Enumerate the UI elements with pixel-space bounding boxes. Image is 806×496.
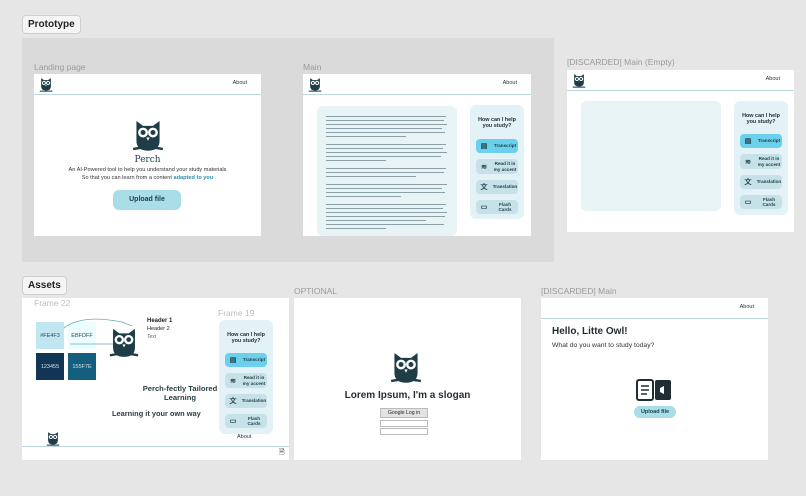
email-field[interactable] — [380, 420, 428, 427]
help-panel: How can I help you study? ▤ Transcript ≋ R… — [734, 101, 788, 215]
about-link[interactable]: About — [766, 76, 780, 82]
sound-wave-icon: ≋ — [745, 158, 751, 166]
google-login-button[interactable]: Google Log in — [380, 408, 428, 418]
file-icon[interactable]: 🗎 — [279, 448, 285, 459]
frame-label-landing[interactable]: Landing page — [34, 62, 86, 72]
frame-label-main[interactable]: Main — [303, 62, 321, 72]
main-frame[interactable]: About How can I help you study? ▤ Transcr… — [303, 74, 531, 236]
tagline-1: An AI-Powered tool to help you understan… — [68, 167, 227, 173]
document-icon: ▤ — [744, 138, 752, 145]
owl-mascot-icon — [389, 348, 423, 386]
translation-button[interactable]: 文 Translation — [740, 175, 782, 189]
transcript-button[interactable]: ▤ Transcript — [740, 134, 782, 148]
slogan-line-2: Learning — [163, 393, 197, 403]
help-title: How can I help you study? — [478, 117, 516, 130]
frame-label-optional[interactable]: OPTIONAL — [294, 286, 337, 296]
nav-bar: About — [567, 70, 794, 91]
cards-icon: ▭ — [744, 199, 752, 206]
sound-wave-icon: ≋ — [481, 163, 487, 171]
translate-icon: 文 — [744, 179, 752, 186]
translation-button[interactable]: 文 Translation — [225, 394, 267, 408]
upload-file-button[interactable]: Upload file — [113, 190, 181, 210]
password-field[interactable] — [380, 428, 428, 435]
nav-bar: About — [303, 74, 531, 95]
assets-frame[interactable]: Frame 22 #FE4F3 EBFDFF 123455 155F7E Hea… — [22, 298, 289, 460]
translation-button[interactable]: 文 Translation — [476, 180, 518, 194]
sound-wave-icon: ≋ — [230, 377, 236, 385]
tagline-2: So that you can learn from a content ada… — [34, 175, 261, 181]
documents-icon — [635, 378, 675, 407]
slogan-tailored: Perch-fectly Tailored Learning — [134, 384, 226, 403]
help-title: How can I help you study? — [227, 332, 265, 345]
read-accent-button[interactable]: ≋ Read it in my accent — [740, 154, 782, 169]
color-swatch-1[interactable]: #FE4F3 — [36, 322, 64, 349]
color-swatch-3[interactable]: 123455 — [36, 353, 64, 380]
landing-page-frame[interactable]: About Perch An AI-Powered tool to help y… — [34, 74, 261, 236]
frame-label-22[interactable]: Frame 22 — [34, 298, 70, 308]
read-accent-button[interactable]: ≋ Read it in my accent — [225, 373, 267, 388]
header-2-sample: Header 2 — [147, 326, 170, 332]
translate-icon: 文 — [229, 398, 237, 405]
frame-label-19[interactable]: Frame 19 — [218, 308, 254, 318]
question: What do you want to study today? — [552, 342, 655, 349]
cards-icon: ▭ — [229, 418, 237, 425]
read-accent-button[interactable]: ≋ Read it in my accent — [476, 159, 518, 174]
frame-label-discarded-main[interactable]: [DISCARDED] Main — [541, 286, 617, 296]
slogan: Lorem Ipsum, I'm a slogan — [344, 390, 471, 401]
nav-bar: About — [541, 298, 768, 319]
document-text-panel[interactable] — [317, 106, 457, 236]
flash-cards-button[interactable]: ▭ Flash Cards — [476, 200, 518, 214]
upload-file-button[interactable]: Upload file — [634, 406, 676, 418]
owl-mascot-icon — [131, 116, 165, 154]
flash-cards-button[interactable]: ▭ Flash Cards — [740, 195, 782, 209]
translate-icon: 文 — [480, 184, 488, 191]
help-title: How can I help you study? — [742, 113, 780, 126]
section-label-assets[interactable]: Assets — [22, 276, 67, 295]
frame-label-main-empty[interactable]: [DISCARDED] Main (Empty) — [567, 57, 675, 67]
owl-mascot-icon — [108, 324, 140, 360]
discarded-main-frame[interactable]: About Hello, Litte Owl! What do you want… — [541, 298, 768, 460]
slogan-line-1: Perch-fectly Tailored — [142, 384, 218, 393]
owl-logo-icon[interactable] — [308, 76, 322, 92]
transcript-button[interactable]: ▤ Transcript — [225, 353, 267, 367]
about-link[interactable]: About — [740, 304, 754, 310]
optional-frame[interactable]: Lorem Ipsum, I'm a slogan Google Log in — [294, 298, 521, 460]
main-empty-frame[interactable]: About How can I help you study? ▤ Transcr… — [567, 70, 794, 232]
owl-logo-icon[interactable] — [39, 76, 53, 92]
owl-logo-icon[interactable] — [572, 72, 586, 88]
owl-logo-icon — [46, 430, 60, 446]
text-sample: Text — [147, 334, 157, 340]
tagline-2-highlight: adapted to you — [173, 175, 214, 181]
cards-icon: ▭ — [480, 204, 488, 211]
header-1-sample: Header 1 — [147, 318, 173, 324]
about-link[interactable]: About — [233, 80, 247, 86]
help-panel: How can I help you study? ▤ Transcript ≋ R… — [470, 105, 524, 219]
nav-divider — [22, 446, 289, 447]
flash-cards-button[interactable]: ▭ Flash Cards — [225, 414, 267, 428]
greeting: Hello, Litte Owl! — [552, 326, 628, 337]
section-label-prototype[interactable]: Prototype — [22, 15, 81, 34]
transcript-button[interactable]: ▤ Transcript — [476, 139, 518, 153]
document-icon: ▤ — [480, 143, 488, 150]
document-icon: ▤ — [229, 357, 237, 364]
color-swatch-4[interactable]: 155F7E — [68, 353, 96, 380]
brand-name: Perch — [134, 155, 161, 165]
about-link[interactable]: About — [503, 80, 517, 86]
tagline-2-prefix: So that you can learn from a content — [81, 175, 174, 181]
help-panel: How can I help you study? ▤ Transcript ≋ R… — [219, 320, 273, 434]
about-link[interactable]: About — [237, 434, 251, 440]
empty-text-panel[interactable] — [581, 101, 721, 211]
nav-bar: About — [34, 74, 261, 95]
